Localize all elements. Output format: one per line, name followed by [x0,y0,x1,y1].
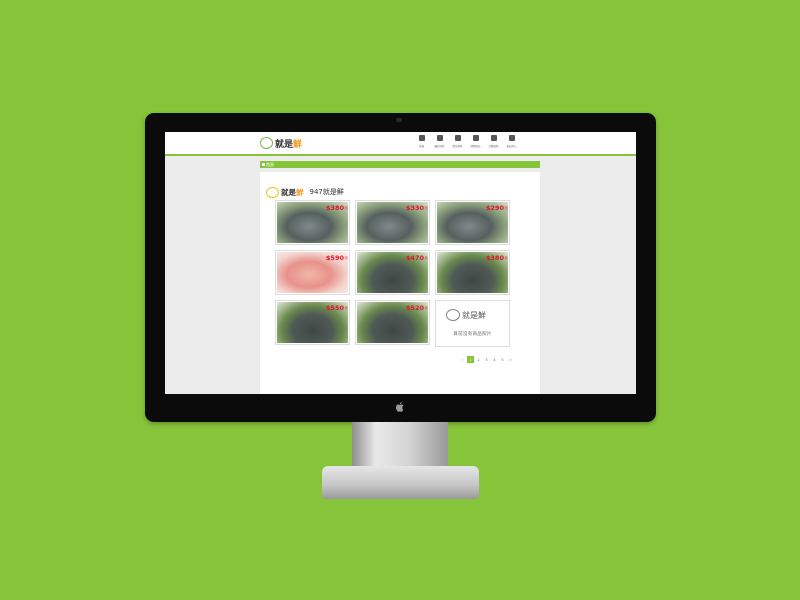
home-icon[interactable] [262,163,265,166]
site-logo[interactable]: 就是鮮 [260,136,302,150]
logo-mark-icon [260,137,273,149]
nav-label: 搜尋商品 [470,145,481,148]
calendar-icon [436,135,443,141]
home-icon [418,135,425,141]
nav-label: 首頁 [418,145,424,148]
monitor-stand-neck [352,422,448,468]
price-unit: 元 [344,256,349,260]
breadcrumb: 首頁 [260,161,540,168]
product-price: $380 [325,204,344,212]
page-button[interactable]: 3 [483,356,490,363]
price-unit: 元 [344,206,349,210]
brand-header: 就是鮮 947就是鮮 [266,185,344,199]
page-button[interactable]: 2 [475,356,482,363]
monitor-stand-base [322,466,479,499]
product-price: $330 [405,204,424,212]
nav-item-member[interactable]: 會員中心 [503,135,520,148]
logo-text: 就是鮮 [275,137,302,150]
product-price: $470 [405,254,424,262]
brand-logo-icon [266,186,279,198]
nav-label: 會員中心 [506,145,517,148]
logo-text-main: 就是 [275,139,294,150]
price-unit: 元 [424,206,429,210]
price-unit: 元 [424,256,429,260]
nav-label: 最新消息 [434,145,445,148]
price-unit: 元 [344,306,349,310]
product-card[interactable]: $590 元 [275,250,350,295]
user-icon [508,135,515,141]
nav-item-news[interactable]: 最新消息 [431,135,448,148]
brand-logo-main: 就是 [281,187,296,197]
cart-icon [490,135,497,141]
product-card[interactable]: $330 元 [355,200,430,245]
search-icon [472,135,479,141]
nav-item-order[interactable]: 訂購流程 [485,135,502,148]
content-panel: 就是鮮 947就是鮮 $380 元 $330 元 $290 元 $590 元 $… [260,172,540,394]
price-unit: 元 [504,206,509,210]
product-card[interactable]: $520 元 [355,300,430,345]
screen: 就是鮮 首頁 最新消息 產品專區 搜尋商品 訂購流程 會員中心 首頁 就是鮮 9… [165,132,636,394]
breadcrumb-home[interactable]: 首頁 [266,162,274,168]
product-card[interactable]: $380 元 [435,250,510,295]
brand-logo-icon [446,309,460,321]
product-price: $290 [485,204,504,212]
placeholder-brand: 就是鮮 [462,310,486,320]
no-photo-text: 目前沒有商品照片 [453,332,492,337]
nav-item-search[interactable]: 搜尋商品 [467,135,484,148]
page-button[interactable]: 5 [499,356,506,363]
pagination: ‹ 1 2 3 4 5 » [459,356,515,363]
product-price: $590 [325,254,344,262]
brand-logo-text: 就是鮮 [281,187,304,198]
product-price: $550 [325,304,344,312]
camera-icon [396,118,402,122]
product-icon [454,135,461,141]
price-unit: 元 [504,256,509,260]
nav-item-home[interactable]: 首頁 [413,135,430,148]
apple-logo-icon [396,402,404,412]
product-price: $520 [405,304,424,312]
nav-label: 產品專區 [452,145,463,148]
product-card[interactable]: $550 元 [275,300,350,345]
page-button[interactable]: 4 [491,356,498,363]
product-card[interactable]: $470 元 [355,250,430,295]
brand-logo-fresh: 鮮 [296,187,304,197]
prev-page-button[interactable]: ‹ [459,356,466,363]
logo-text-fresh: 鮮 [293,139,303,150]
price-unit: 元 [424,306,429,310]
product-card[interactable]: $380 元 [275,200,350,245]
product-price: $380 [485,254,504,262]
brand-name: 947就是鮮 [309,188,344,196]
page-button[interactable]: 1 [467,356,474,363]
monitor: 就是鮮 首頁 最新消息 產品專區 搜尋商品 訂購流程 會員中心 首頁 就是鮮 9… [145,113,656,422]
site-header: 就是鮮 首頁 最新消息 產品專區 搜尋商品 訂購流程 會員中心 [165,132,636,156]
next-page-button[interactable]: » [507,356,514,363]
nav-item-products[interactable]: 產品專區 [449,135,466,148]
no-photo-card[interactable]: 就是鮮 目前沒有商品照片 [435,300,510,347]
product-card[interactable]: $290 元 [435,200,510,245]
main-nav: 首頁 最新消息 產品專區 搜尋商品 訂購流程 會員中心 [413,135,521,148]
placeholder-logo: 就是鮮 [446,309,486,321]
nav-label: 訂購流程 [488,145,499,148]
